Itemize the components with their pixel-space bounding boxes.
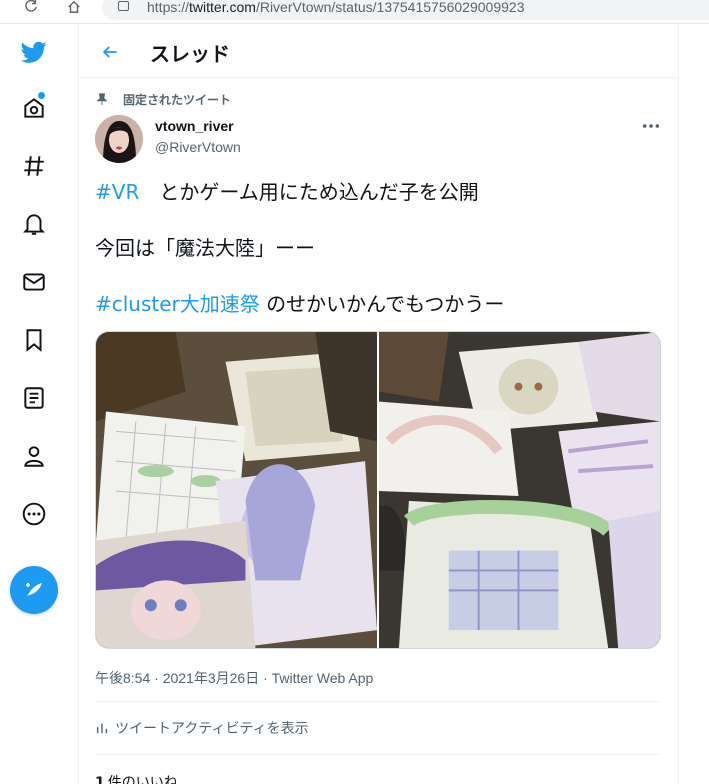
tweet-timestamp[interactable]: 午後8:54 · 2021年3月26日 · Twitter Web App xyxy=(95,668,373,688)
address-bar[interactable]: https://twitter.com/RiverVtown/status/13… xyxy=(102,0,709,20)
divider xyxy=(95,754,661,755)
compose-icon xyxy=(26,583,42,597)
photo-2[interactable] xyxy=(379,332,660,648)
lists-icon[interactable] xyxy=(14,378,54,418)
tweet-text-segment: とかゲーム用にため込んだ子を公開 xyxy=(139,180,479,204)
pinned-indicator: 固定されたツイート xyxy=(95,90,231,108)
messages-mail-icon[interactable] xyxy=(14,262,54,302)
more-dots-icon xyxy=(642,124,660,128)
url-text: https://twitter.com/RiverVtown/status/13… xyxy=(147,0,524,15)
pinned-label: 固定されたツイート xyxy=(123,92,232,107)
likes-count[interactable]: 1 件のいいね xyxy=(95,772,178,784)
tweet-line-3: #cluster大加速祭 のせかいかんでもつかうー xyxy=(95,291,665,317)
url-host: twitter.com xyxy=(189,0,256,15)
left-navigation xyxy=(0,24,79,784)
hashtag-link[interactable]: #cluster大加速祭 xyxy=(95,292,260,316)
pin-icon xyxy=(96,93,108,106)
divider xyxy=(95,701,661,702)
lock-icon xyxy=(118,1,129,11)
notifications-bell-icon[interactable] xyxy=(14,204,54,244)
url-path: /RiverVtown/status/1375415756029009923 xyxy=(255,0,525,15)
likes-label: 件のいいね xyxy=(107,775,178,784)
explore-hashtag-icon[interactable] xyxy=(14,146,54,186)
more-circle-icon[interactable] xyxy=(14,494,54,534)
back-button[interactable] xyxy=(95,37,125,67)
hashtag-link[interactable]: #VR xyxy=(95,180,139,204)
url-prefix: https:// xyxy=(147,0,190,15)
thread-header: スレッド xyxy=(79,24,679,78)
unread-dot xyxy=(38,92,45,99)
home-icon[interactable] xyxy=(63,0,85,18)
tweet-line-1: #VR とかゲーム用にため込んだ子を公開 xyxy=(95,179,665,205)
avatar[interactable] xyxy=(95,115,143,163)
more-options-button[interactable] xyxy=(639,116,663,136)
compose-button[interactable] xyxy=(10,566,58,614)
media-grid xyxy=(95,331,661,649)
tweet-activity-link[interactable]: ツイートアクティビティを表示 xyxy=(95,718,309,738)
browser-toolbar: https://twitter.com/RiverVtown/status/13… xyxy=(0,0,709,24)
photo-1[interactable] xyxy=(96,332,377,648)
activity-label: ツイートアクティビティを表示 xyxy=(115,721,309,737)
twitter-logo-icon[interactable] xyxy=(14,32,54,72)
tweet-text-segment: のせかいかんでもつかうー xyxy=(259,292,505,316)
home-nav-icon[interactable] xyxy=(14,88,54,128)
tweet-line-2: 今回は「魔法大陸」ーー xyxy=(95,236,315,260)
author-name[interactable]: vtown_river xyxy=(155,118,234,134)
author-handle[interactable]: @RiverVtown xyxy=(155,139,241,155)
analytics-bars-icon xyxy=(96,723,108,734)
back-arrow-icon xyxy=(102,46,117,58)
page-title: スレッド xyxy=(150,42,230,66)
bookmarks-icon[interactable] xyxy=(14,320,54,360)
reload-icon[interactable] xyxy=(20,0,42,18)
profile-icon[interactable] xyxy=(14,436,54,476)
main-column: スレッド 固定されたツイート vtown_river @RiverVtown #… xyxy=(79,24,679,784)
likes-number: 1 xyxy=(95,775,105,784)
